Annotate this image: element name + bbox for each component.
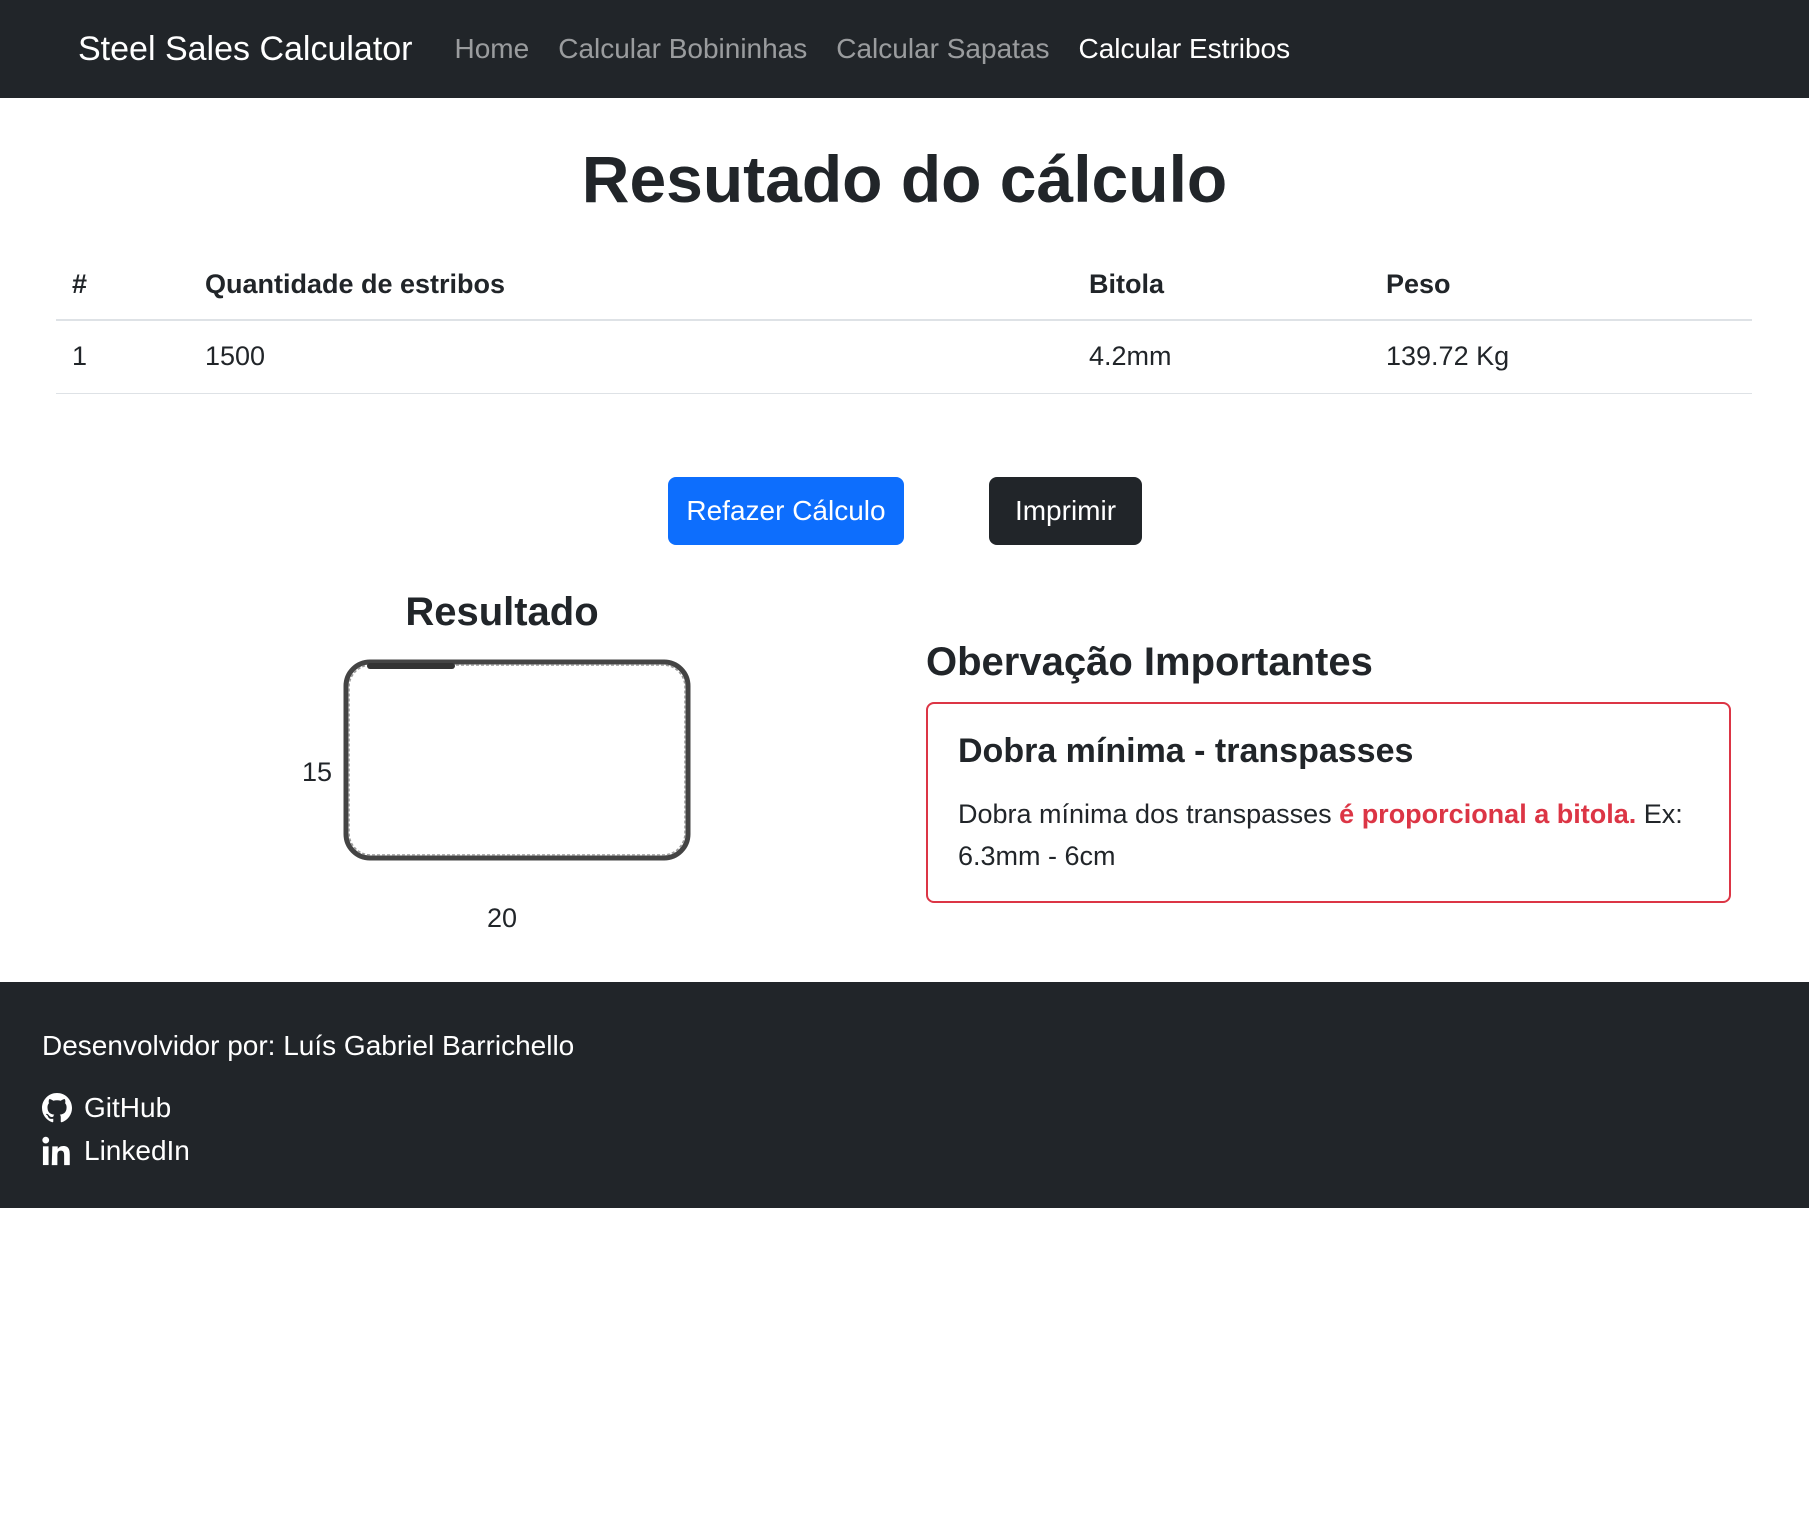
- column-header-bitola: Bitola: [1073, 250, 1370, 321]
- linkedin-link-label[interactable]: LinkedIn: [84, 1135, 190, 1167]
- cell-index: 1: [56, 320, 189, 394]
- github-icon: [42, 1092, 72, 1122]
- github-link-label[interactable]: GitHub: [84, 1092, 171, 1124]
- cell-quantity: 1500: [189, 320, 1073, 394]
- card-text-highlight: é proporcional a bitola.: [1339, 799, 1637, 829]
- navbar: Steel Sales Calculator Home Calcular Bob…: [0, 0, 1809, 98]
- print-button[interactable]: Imprimir: [989, 477, 1142, 545]
- observation-card: Dobra mínima - transpasses Dobra mínima …: [926, 702, 1731, 903]
- table-header-row: # Quantidade de estribos Bitola Peso: [56, 250, 1752, 321]
- card-title: Dobra mínima - transpasses: [958, 732, 1414, 770]
- developer-credit: Desenvolvidor por: Luís Gabriel Barriche…: [42, 1030, 575, 1061]
- stirrup-width-label: 20: [487, 903, 518, 933]
- cell-bitola: 4.2mm: [1073, 320, 1370, 394]
- nav-link-sapatas[interactable]: Calcular Sapatas: [836, 33, 1049, 65]
- cell-peso: 139.72 Kg: [1370, 320, 1752, 394]
- nav-link-estribos[interactable]: Calcular Estribos: [1079, 33, 1291, 65]
- column-header-index: #: [56, 250, 189, 321]
- footer: Desenvolvidor por: Luís Gabriel Barriche…: [0, 982, 1809, 1208]
- card-text-start: Dobra mínima dos transpasses: [958, 799, 1340, 829]
- card-text: Dobra mínima dos transpasses é proporcio…: [958, 793, 1699, 877]
- results-table: # Quantidade de estribos Bitola Peso 1 1…: [56, 250, 1752, 394]
- stirrup-image: [343, 659, 691, 861]
- linkedin-icon: [42, 1136, 70, 1165]
- nav-links: Home Calcular Bobininhas Calcular Sapata…: [455, 33, 1320, 65]
- column-header-quantity: Quantidade de estribos: [189, 250, 1073, 321]
- observations-heading: Obervação Importantes: [926, 640, 1373, 684]
- linkedin-link[interactable]: LinkedIn: [42, 1129, 1809, 1172]
- nav-link-bobininhas[interactable]: Calcular Bobininhas: [558, 33, 807, 65]
- stirrup-height-label: 15: [302, 757, 333, 787]
- redo-calculation-button[interactable]: Refazer Cálculo: [668, 477, 904, 545]
- page-title: Resutado do cálculo: [581, 142, 1228, 216]
- table-row: 1 1500 4.2mm 139.72 Kg: [56, 320, 1752, 394]
- github-link[interactable]: GitHub: [42, 1086, 1809, 1129]
- column-header-peso: Peso: [1370, 250, 1752, 321]
- nav-link-home[interactable]: Home: [455, 33, 530, 65]
- result-heading: Resultado: [405, 590, 599, 634]
- brand-link[interactable]: Steel Sales Calculator: [78, 30, 413, 69]
